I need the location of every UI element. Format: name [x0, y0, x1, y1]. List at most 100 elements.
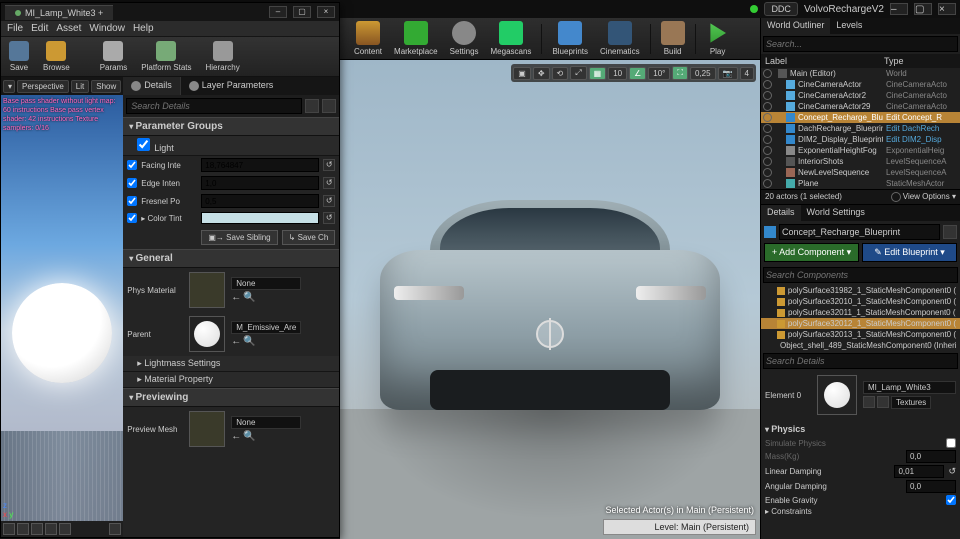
visibility-eye-icon[interactable] [763, 102, 772, 111]
material-dropdown[interactable]: MI_Lamp_White3 [863, 381, 956, 394]
save-button[interactable]: Save [5, 39, 33, 74]
vp-show-button[interactable]: Show [91, 80, 121, 93]
outliner-row[interactable]: CineCameraActor2CineCameraActo [761, 90, 960, 101]
inner-close-icon[interactable]: × [317, 6, 335, 18]
components-search-input[interactable] [763, 267, 958, 283]
outliner-list[interactable]: Main (Editor)WorldCineCameraActorCineCam… [761, 68, 960, 189]
component-row[interactable]: Object_shell_489_StaticMeshComponent0 (I… [761, 340, 960, 351]
view-options-button[interactable]: View Options ▾ [891, 192, 956, 202]
component-row[interactable]: polySurface32010_1_StaticMeshComponent0 … [761, 296, 960, 307]
color-tint-checkbox[interactable] [127, 213, 137, 223]
inner-titlebar[interactable]: MI_Lamp_White3 + – ▢ × [1, 3, 339, 21]
parent-dropdown[interactable]: M_Emissive_Are [231, 321, 301, 334]
tab-world-settings[interactable]: World Settings [801, 205, 871, 221]
shape-mesh-button[interactable] [59, 523, 71, 535]
play-button[interactable]: Play [702, 19, 734, 58]
level-button[interactable]: Level: Main (Persistent) [603, 519, 756, 535]
blueprints-button[interactable]: Blueprints [548, 19, 592, 58]
general-header[interactable]: General [123, 249, 339, 268]
menu-edit[interactable]: Edit [31, 23, 48, 34]
use-icon[interactable]: ← [231, 431, 241, 442]
scale-mode-button[interactable]: ⤢ [570, 66, 586, 80]
edit-blueprint-button[interactable]: ✎ Edit Blueprint ▾ [862, 243, 957, 262]
grid-snap-value[interactable]: 10 [608, 67, 627, 80]
outliner-row[interactable]: PlaneStaticMeshActor [761, 178, 960, 189]
fresnel-checkbox[interactable] [127, 196, 137, 206]
outliner-row[interactable]: CineCameraActorCineCameraActo [761, 79, 960, 90]
lightmass-header[interactable]: ▸ Lightmass Settings [123, 356, 339, 372]
vp-options-button[interactable]: ▾ [3, 80, 15, 93]
close-icon[interactable]: × [938, 3, 956, 15]
tab-details[interactable]: Details [761, 205, 801, 221]
select-mode-button[interactable]: ▣ [513, 67, 531, 80]
translate-mode-button[interactable]: ✥ [533, 67, 550, 80]
browse-button[interactable]: Browse [39, 39, 74, 74]
shape-plane-button[interactable] [31, 523, 43, 535]
inner-maximize-icon[interactable]: ▢ [293, 6, 311, 18]
mat-search-input[interactable] [126, 98, 302, 114]
hierarchy-button[interactable]: Hierarchy [202, 39, 244, 74]
facing-input[interactable] [201, 158, 319, 172]
linear-damping-value[interactable]: 0,01 [894, 465, 944, 478]
preview-mesh-dropdown[interactable]: None [231, 416, 301, 429]
minimize-icon[interactable]: – [890, 3, 908, 15]
col-label[interactable]: Label [765, 56, 884, 66]
menu-help[interactable]: Help [133, 23, 154, 34]
outliner-row[interactable]: NewLevelSequenceLevelSequenceA [761, 167, 960, 178]
find-icon[interactable]: 🔍 [243, 292, 255, 303]
color-tint-swatch[interactable] [201, 212, 319, 224]
outliner-row[interactable]: InteriorShotsLevelSequenceA [761, 156, 960, 167]
reset-icon[interactable]: ↺ [948, 466, 956, 477]
outliner-row[interactable]: Concept_Recharge_BlueprintEdit Concept_R [761, 112, 960, 123]
fresnel-input[interactable] [201, 194, 319, 208]
save-sibling-button[interactable]: ▣→ Save Sibling [201, 230, 277, 245]
enable-gravity-checkbox[interactable] [946, 495, 956, 505]
platform-stats-button[interactable]: Platform Stats [137, 39, 195, 74]
outliner-search-input[interactable] [763, 36, 958, 52]
shape-cylinder-button[interactable] [3, 523, 15, 535]
menu-file[interactable]: File [7, 23, 23, 34]
material-property-header[interactable]: ▸ Material Property [123, 372, 339, 388]
material-thumbnail[interactable] [817, 375, 857, 415]
visibility-eye-icon[interactable] [763, 157, 772, 166]
actor-name-input[interactable] [779, 224, 940, 240]
phys-mat-dropdown[interactable]: None [231, 277, 301, 290]
browse-asset-icon[interactable] [943, 225, 957, 239]
ddc-pill[interactable]: DDC [764, 2, 798, 16]
light-group-header[interactable]: Light [123, 136, 339, 156]
shape-cube-button[interactable] [45, 523, 57, 535]
visibility-eye-icon[interactable] [763, 124, 772, 133]
inner-window-tab[interactable]: MI_Lamp_White3 + [5, 5, 113, 20]
edge-checkbox[interactable] [127, 178, 137, 188]
content-button[interactable]: Content [350, 19, 386, 58]
filter-icon[interactable] [305, 99, 319, 113]
scale-snap-toggle[interactable]: ⛶ [672, 66, 688, 80]
outliner-row[interactable]: DIM2_Display_BlueprintEdit DIM2_Disp [761, 134, 960, 145]
camera-speed-value[interactable]: 4 [740, 67, 754, 80]
parent-thumbnail[interactable] [189, 316, 225, 352]
browse-icon[interactable] [877, 396, 889, 408]
angle-snap-value[interactable]: 10° [648, 67, 670, 80]
outliner-row[interactable]: ExponentialHeightFogExponentialHeig [761, 145, 960, 156]
col-type[interactable]: Type [884, 56, 956, 66]
tab-layer-params[interactable]: Layer Parameters [180, 77, 282, 95]
angular-damping-value[interactable]: 0,0 [906, 480, 956, 493]
physics-header[interactable]: Physics [765, 421, 956, 437]
maximize-icon[interactable]: ▢ [914, 3, 932, 15]
megascans-button[interactable]: Megascans [487, 19, 536, 58]
outliner-row[interactable]: Main (Editor)World [761, 68, 960, 79]
rotate-mode-button[interactable]: ⟲ [552, 67, 569, 80]
use-selected-icon[interactable] [863, 396, 875, 408]
phys-mat-thumbnail[interactable] [189, 272, 225, 308]
visibility-eye-icon[interactable] [763, 146, 772, 155]
find-icon[interactable]: 🔍 [243, 336, 255, 347]
visibility-eye-icon[interactable] [763, 91, 772, 100]
tab-levels[interactable]: Levels [830, 18, 868, 34]
previewing-header[interactable]: Previewing [123, 388, 339, 407]
shape-sphere-button[interactable] [17, 523, 29, 535]
use-icon[interactable]: ← [231, 336, 241, 347]
build-button[interactable]: Build [657, 19, 689, 58]
cinematics-button[interactable]: Cinematics [596, 19, 644, 58]
tab-mat-details[interactable]: Details [123, 77, 180, 95]
params-button[interactable]: Params [96, 39, 132, 74]
